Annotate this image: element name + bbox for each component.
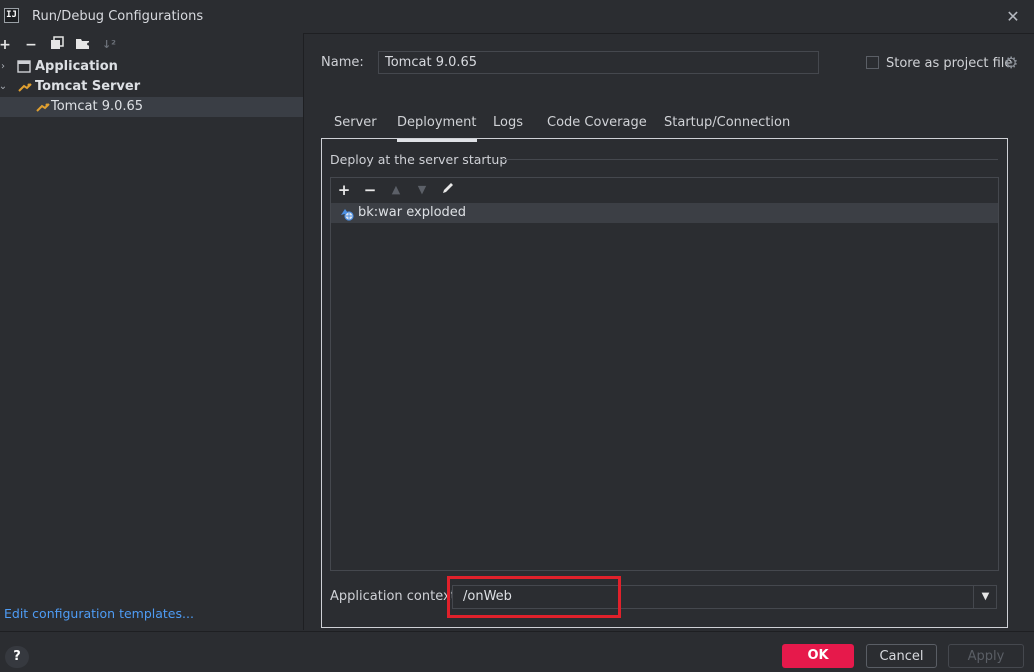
sort-icon[interactable]: ↓²: [100, 36, 118, 54]
edit-templates-link[interactable]: Edit configuration templates...: [4, 606, 194, 621]
add-icon[interactable]: +: [0, 36, 14, 54]
highlight-annotation: [447, 576, 621, 618]
add-artifact-icon[interactable]: +: [335, 181, 353, 199]
tree-item-label: Tomcat Server: [35, 79, 141, 94]
tree-item-label: Application: [35, 59, 118, 74]
chevron-down-icon[interactable]: ▼: [973, 586, 997, 608]
tree-item-label: Tomcat 9.0.65: [51, 99, 144, 114]
close-icon[interactable]: ✕: [1002, 6, 1024, 28]
help-button[interactable]: ?: [5, 646, 29, 668]
tab-startup-connection[interactable]: Startup/Connection: [664, 115, 790, 139]
copy-icon[interactable]: [48, 36, 66, 54]
tree-item-application[interactable]: › Application: [0, 57, 303, 77]
application-context-label: Application context:: [330, 589, 461, 604]
chevron-right-icon[interactable]: ›: [0, 57, 8, 77]
move-up-icon[interactable]: ▲: [387, 181, 405, 199]
artifact-list[interactable]: [330, 177, 999, 571]
tab-code-coverage[interactable]: Code Coverage: [547, 115, 647, 139]
move-down-icon[interactable]: ▼: [413, 181, 431, 199]
section-title: Deploy at the server startup: [330, 152, 508, 167]
chevron-down-icon[interactable]: ⌄: [0, 77, 8, 97]
window-title: Run/Debug Configurations: [32, 9, 204, 24]
artifact-label: bk:war exploded: [358, 205, 467, 220]
apply-button[interactable]: Apply: [948, 644, 1024, 668]
app-logo: IJ: [4, 8, 19, 23]
name-field[interactable]: Tomcat 9.0.65: [378, 51, 819, 74]
store-as-project-label: Store as project file: [886, 56, 1013, 71]
section-divider: [500, 159, 998, 160]
ok-button[interactable]: OK: [782, 644, 854, 668]
configurations-tree-panel: [0, 33, 304, 630]
tab-server[interactable]: Server: [334, 115, 377, 139]
tab-logs[interactable]: Logs: [493, 115, 523, 139]
remove-icon[interactable]: −: [22, 36, 40, 54]
edit-artifact-icon[interactable]: [439, 181, 457, 199]
tomcat-icon: [36, 101, 50, 121]
gear-icon[interactable]: ⚙: [1004, 53, 1018, 72]
name-label: Name:: [321, 55, 364, 70]
remove-artifact-icon[interactable]: −: [361, 181, 379, 199]
web-artifact-icon: [339, 206, 354, 221]
tree-item-tomcat-9065[interactable]: Tomcat 9.0.65: [0, 97, 303, 117]
new-folder-icon[interactable]: [74, 36, 92, 54]
store-as-project-checkbox[interactable]: [866, 56, 879, 69]
tree-item-tomcat-server[interactable]: ⌄ Tomcat Server: [0, 77, 303, 97]
cancel-button[interactable]: Cancel: [866, 644, 937, 668]
